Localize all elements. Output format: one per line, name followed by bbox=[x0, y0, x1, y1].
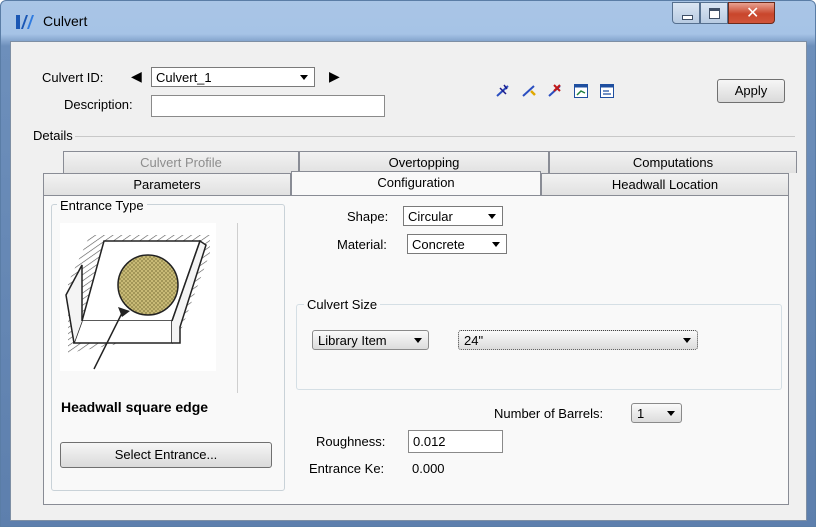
details-divider bbox=[75, 136, 795, 137]
description-input[interactable] bbox=[151, 95, 385, 117]
report-icon[interactable] bbox=[599, 83, 615, 99]
close-icon: ✕ bbox=[746, 3, 760, 22]
tab-headwall-location[interactable]: Headwall Location bbox=[541, 173, 789, 195]
culvert-size-label: Culvert Size bbox=[304, 297, 381, 312]
minimize-button[interactable] bbox=[672, 2, 700, 24]
tab-configuration[interactable]: Configuration bbox=[291, 171, 541, 195]
maximize-icon bbox=[709, 8, 720, 19]
culvert-id-value: Culvert_1 bbox=[156, 70, 212, 85]
size-source-select[interactable]: Library Item bbox=[312, 330, 429, 350]
size-value: 24" bbox=[464, 333, 484, 348]
barrels-label: Number of Barrels: bbox=[494, 406, 604, 421]
entrance-name: Headwall square edge bbox=[61, 399, 209, 415]
chevron-down-icon bbox=[683, 338, 691, 343]
culvert-window: Culvert ✕ Culvert ID: ◀ Culvert_1 ▶ Desc… bbox=[0, 0, 816, 527]
culvert-id-label: Culvert ID: bbox=[42, 70, 104, 85]
window-title: Culvert bbox=[43, 13, 88, 29]
barrels-select[interactable]: 1 bbox=[631, 403, 682, 423]
minimize-icon bbox=[682, 15, 693, 20]
tab-panel: Entrance Type Headwall square edge Selec… bbox=[43, 195, 789, 505]
entrance-ke-label: Entrance Ke: bbox=[309, 461, 385, 476]
tab-overtopping[interactable]: Overtopping bbox=[299, 151, 549, 173]
maximize-button[interactable] bbox=[700, 2, 728, 24]
app-icon bbox=[16, 15, 34, 29]
chevron-down-icon bbox=[667, 411, 675, 416]
shape-value: Circular bbox=[408, 209, 453, 224]
tab-parameters[interactable]: Parameters bbox=[43, 173, 291, 195]
chevron-down-icon bbox=[300, 75, 308, 80]
tab-computations[interactable]: Computations bbox=[549, 151, 797, 173]
barrels-value: 1 bbox=[637, 406, 645, 421]
material-value: Concrete bbox=[412, 237, 465, 252]
client-area: Culvert ID: ◀ Culvert_1 ▶ Description: A… bbox=[10, 41, 807, 521]
shape-label: Shape: bbox=[347, 209, 389, 224]
delete-icon[interactable] bbox=[547, 83, 563, 99]
entrance-image bbox=[60, 223, 216, 371]
select-entrance-button[interactable]: Select Entrance... bbox=[60, 442, 272, 468]
shape-select[interactable]: Circular bbox=[403, 206, 503, 226]
locate-icon[interactable] bbox=[495, 83, 511, 99]
entrance-ke-value: 0.000 bbox=[412, 461, 445, 476]
chevron-down-icon bbox=[414, 338, 422, 343]
apply-button[interactable]: Apply bbox=[717, 79, 785, 103]
tab-culvert-profile[interactable]: Culvert Profile bbox=[63, 151, 299, 173]
next-icon[interactable]: ▶ bbox=[329, 68, 340, 85]
material-select[interactable]: Concrete bbox=[407, 234, 507, 254]
details-label: Details bbox=[33, 128, 73, 143]
close-button[interactable]: ✕ bbox=[728, 2, 775, 24]
title-bar[interactable]: Culvert ✕ bbox=[1, 1, 815, 41]
entrance-type-label: Entrance Type bbox=[57, 198, 147, 213]
size-source-value: Library Item bbox=[318, 333, 387, 348]
culvert-id-select[interactable]: Culvert_1 bbox=[151, 67, 315, 87]
image-divider bbox=[237, 223, 238, 393]
size-select[interactable]: 24" bbox=[458, 330, 698, 350]
chevron-down-icon bbox=[488, 214, 496, 219]
description-label: Description: bbox=[64, 97, 133, 112]
roughness-label: Roughness: bbox=[316, 434, 386, 449]
chevron-down-icon bbox=[492, 242, 500, 247]
profile-view-icon[interactable] bbox=[573, 83, 589, 99]
roughness-input[interactable] bbox=[408, 430, 503, 453]
select-icon[interactable] bbox=[521, 83, 537, 99]
previous-icon[interactable]: ◀ bbox=[131, 68, 142, 85]
material-label: Material: bbox=[337, 237, 387, 252]
